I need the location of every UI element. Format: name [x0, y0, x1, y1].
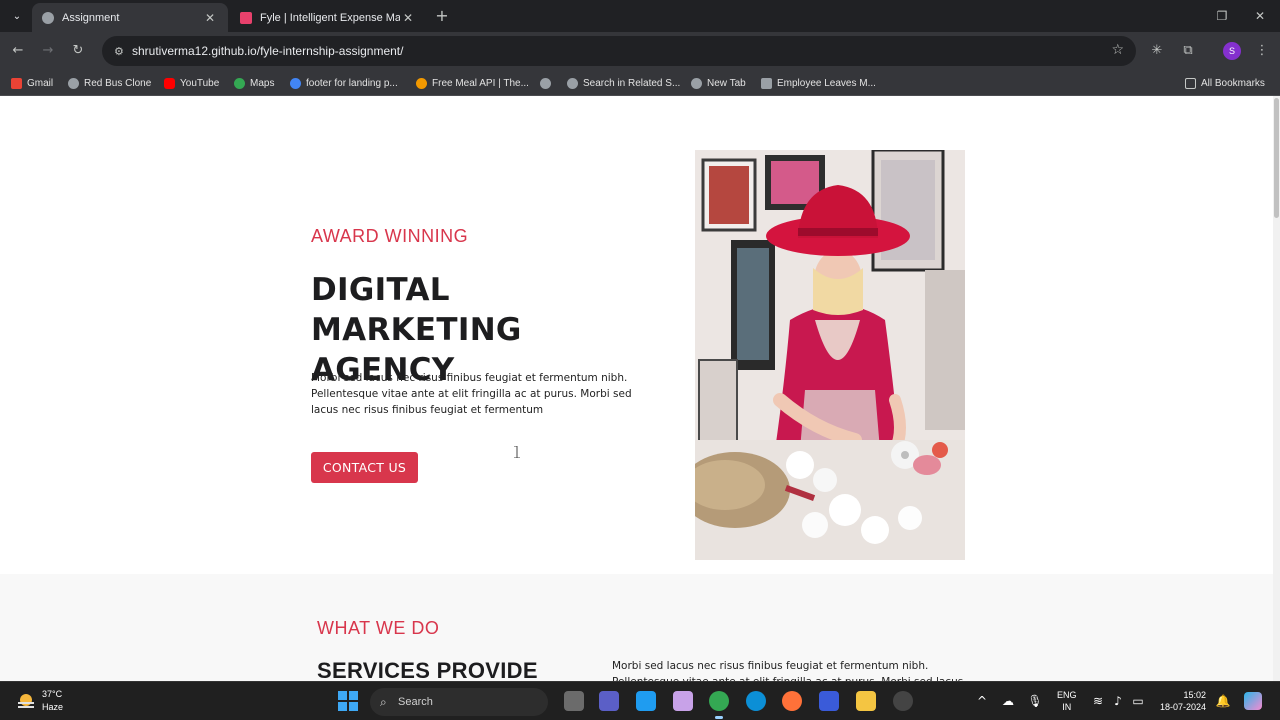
- vscode-icon[interactable]: [636, 691, 656, 711]
- bookmark-employee-leaves[interactable]: Employee Leaves M...: [761, 75, 876, 91]
- tab-fyle[interactable]: Fyle | Intelligent Expense Mana ✕: [230, 3, 426, 32]
- fyle-favicon-icon: [240, 11, 252, 24]
- new-tab-icon[interactable]: +: [432, 6, 452, 26]
- page-scrollbar[interactable]: [1273, 96, 1280, 681]
- chevron-up-icon[interactable]: ^: [974, 694, 990, 708]
- address-bar[interactable]: ⚙ shrutiverma12.github.io/fyle-internshi…: [102, 36, 1136, 66]
- edge-icon[interactable]: [746, 691, 766, 711]
- bookmark-globe[interactable]: [540, 75, 556, 91]
- bookmark-gmail[interactable]: Gmail: [11, 75, 53, 91]
- tab-strip: ⌄ Assignment ✕ Fyle | Intelligent Expens…: [0, 0, 1280, 32]
- system-clock[interactable]: 15:02 18-07-2024: [1156, 689, 1206, 713]
- search-icon: ⌕: [380, 694, 387, 709]
- bookmark-new-tab[interactable]: New Tab: [691, 75, 746, 91]
- services-eyebrow: WHAT WE DO: [317, 618, 440, 638]
- contact-us-button[interactable]: CONTACT US: [311, 452, 418, 483]
- input-language[interactable]: ENG IN: [1057, 689, 1077, 713]
- hero-eyebrow: AWARD WINNING: [311, 226, 469, 246]
- chrome-icon[interactable]: [709, 691, 729, 719]
- tab-search-icon[interactable]: ⌄: [6, 5, 28, 27]
- document-icon: [761, 77, 772, 89]
- tab-title: Fyle | Intelligent Expense Mana: [260, 11, 400, 24]
- settings-icon[interactable]: [893, 691, 913, 711]
- wifi-icon[interactable]: ≋: [1090, 694, 1106, 708]
- close-tab-icon[interactable]: ✕: [400, 11, 416, 25]
- taskbar-search[interactable]: ⌕ Search: [370, 688, 548, 716]
- profile-avatar[interactable]: S: [1223, 42, 1241, 60]
- hero-photo: [695, 150, 965, 560]
- services-description: Morbi sed lacus nec risus finibus feugia…: [612, 660, 963, 681]
- bookmark-free-meal[interactable]: Free Meal API | The...: [416, 75, 529, 91]
- weather-temp: 37°C: [42, 689, 63, 699]
- google-icon: [290, 77, 301, 89]
- volume-icon[interactable]: ♪: [1110, 694, 1126, 708]
- bookmark-youtube[interactable]: YouTube: [164, 75, 219, 91]
- all-bookmarks[interactable]: All Bookmarks: [1185, 75, 1265, 91]
- gmail-icon: [11, 77, 22, 89]
- globe-icon: [691, 77, 702, 89]
- taskbar: 37°C Haze ⌕ Search ^ ☁ 🎙 ENG IN ≋ ♪ ▭ 15…: [0, 681, 1280, 720]
- taskbar-search-label: Search: [398, 696, 433, 708]
- browser-toolbar: ← → ↻ ⚙ shrutiverma12.github.io/fyle-int…: [0, 32, 1280, 70]
- weather-desc: Haze: [42, 702, 64, 712]
- youtube-icon: [164, 77, 175, 89]
- bookmarks-bar: Gmail Red Bus Clone YouTube Maps footer …: [0, 70, 1280, 96]
- bookmark-search-related[interactable]: Search in Related S...: [567, 75, 680, 91]
- weather-haze-icon: [18, 694, 34, 708]
- forward-icon[interactable]: →: [38, 41, 58, 61]
- menu-kebab-icon[interactable]: ⋮: [1253, 42, 1271, 60]
- extension-icon[interactable]: ✳: [1148, 42, 1166, 60]
- globe-icon: [68, 77, 79, 89]
- battery-icon[interactable]: ▭: [1130, 694, 1146, 708]
- tab-assignment[interactable]: Assignment ✕: [32, 3, 228, 32]
- folder-icon: [1185, 77, 1196, 89]
- services-title: SERVICES PROVIDE: [317, 658, 538, 681]
- store-icon[interactable]: [673, 691, 693, 711]
- hero-description: Morbi sed lacus nec risus finibus feugia…: [311, 372, 632, 416]
- bookmark-maps[interactable]: Maps: [234, 75, 274, 91]
- copilot-icon[interactable]: [1244, 692, 1262, 710]
- notifications-bell-icon[interactable]: 🔔: [1215, 694, 1231, 708]
- file-explorer-icon[interactable]: [856, 691, 876, 711]
- page-viewport: AWARD WINNING DIGITAL MARKETING AGENCY M…: [0, 96, 1280, 681]
- hero-section: AWARD WINNING DIGITAL MARKETING AGENCY M…: [0, 96, 1280, 574]
- weather-widget[interactable]: 37°C Haze: [42, 688, 63, 714]
- windows-start-icon[interactable]: [338, 691, 358, 711]
- site-info-icon[interactable]: ⚙: [114, 45, 130, 58]
- firefox-icon[interactable]: [782, 691, 802, 711]
- minimize-window-icon[interactable]: ❐: [1212, 6, 1232, 26]
- close-window-icon[interactable]: ✕: [1250, 6, 1270, 26]
- bookmark-star-icon[interactable]: ☆: [1111, 42, 1124, 58]
- text-cursor-icon: [514, 446, 520, 458]
- scrollbar-thumb[interactable]: [1274, 98, 1279, 218]
- reload-icon[interactable]: ↻: [68, 41, 88, 61]
- url-text: shrutiverma12.github.io/fyle-internship-…: [132, 44, 404, 58]
- onedrive-icon[interactable]: ☁: [1000, 694, 1016, 708]
- teams-icon[interactable]: [599, 691, 619, 711]
- tab-title: Assignment: [62, 11, 120, 24]
- bookmark-footer[interactable]: footer for landing p...: [290, 75, 398, 91]
- woman-crafting-image: [695, 150, 965, 560]
- globe-icon: [42, 11, 54, 24]
- meal-icon: [416, 77, 427, 89]
- extensions-puzzle-icon[interactable]: ⧉: [1179, 42, 1197, 60]
- microphone-icon[interactable]: 🎙: [1027, 694, 1043, 708]
- globe-icon: [540, 77, 551, 89]
- task-view-icon[interactable]: [564, 691, 584, 711]
- bookmark-red-bus[interactable]: Red Bus Clone: [68, 75, 151, 91]
- app-icon[interactable]: [819, 691, 839, 711]
- search-related-icon: [567, 77, 578, 89]
- back-icon[interactable]: ←: [8, 41, 28, 61]
- close-tab-icon[interactable]: ✕: [202, 11, 218, 25]
- services-section: WHAT WE DO SERVICES PROVIDE Morbi sed la…: [0, 574, 1280, 681]
- maps-icon: [234, 77, 245, 89]
